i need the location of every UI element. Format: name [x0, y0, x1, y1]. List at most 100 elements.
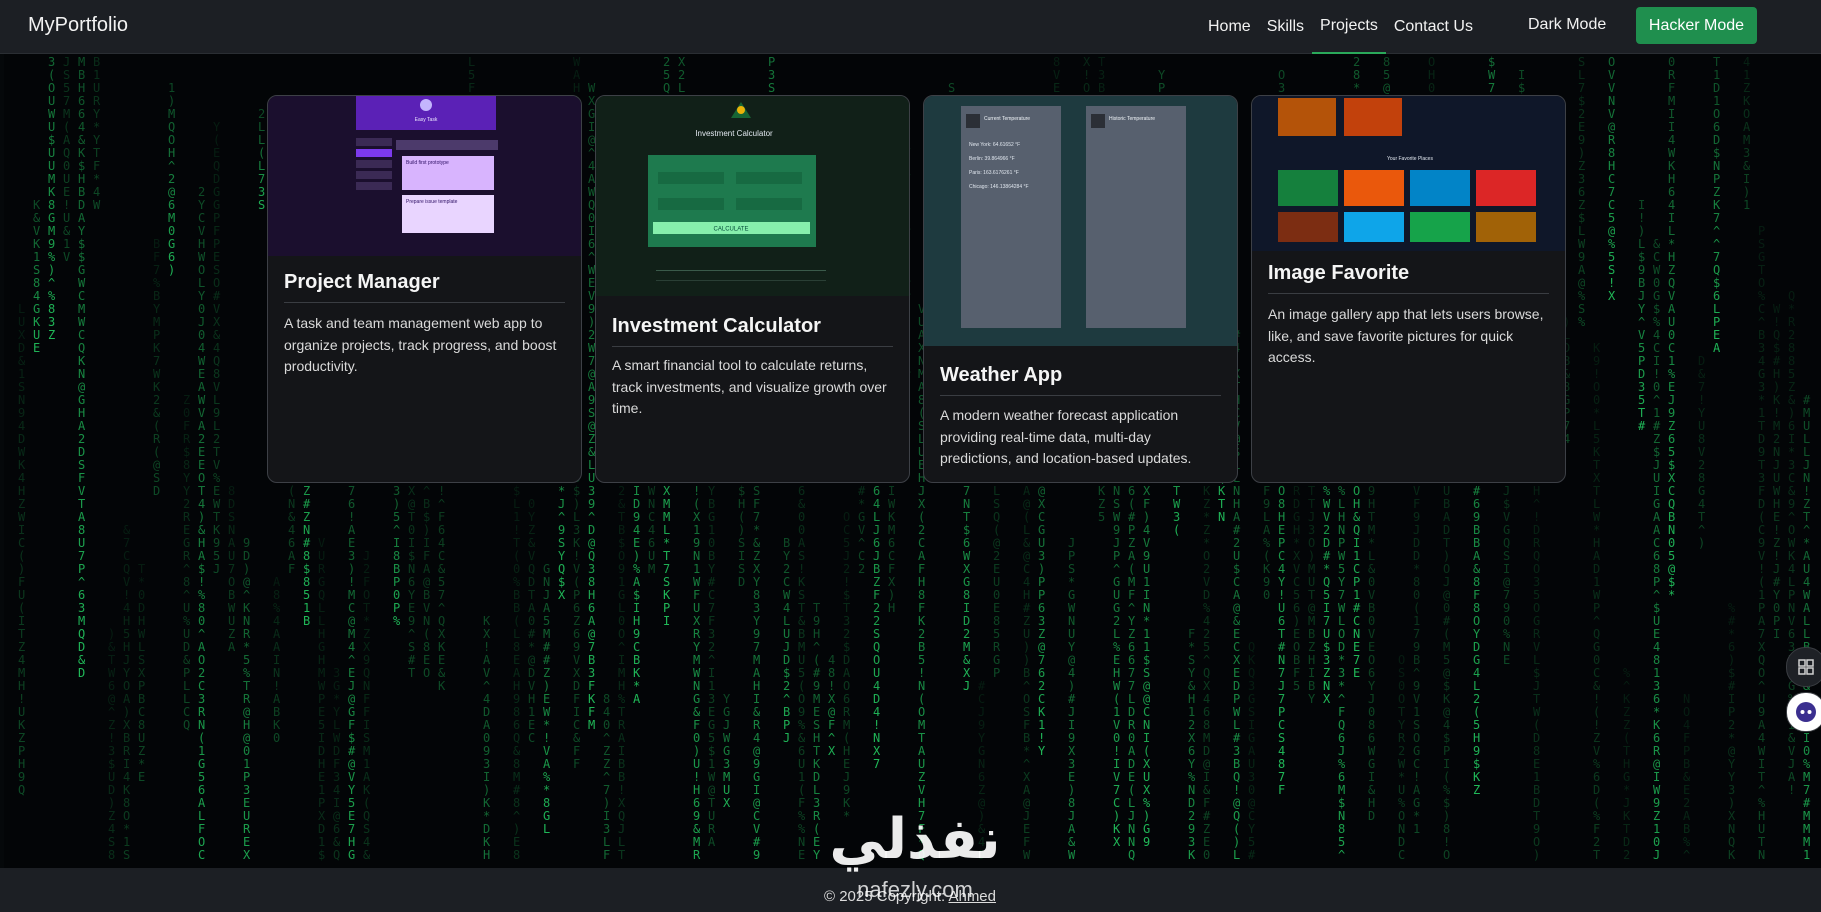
project-card-project-manager[interactable]: Easy Task Build first prototype Prepare …: [267, 95, 582, 483]
svg-text:W: W: [198, 250, 206, 264]
svg-text:U: U: [993, 575, 1000, 589]
grid-icon[interactable]: [1786, 647, 1821, 687]
svg-text:V: V: [1608, 81, 1615, 95]
svg-text:0: 0: [198, 614, 205, 628]
svg-text:M: M: [1308, 562, 1315, 576]
svg-text:D: D: [108, 783, 115, 797]
svg-text:7: 7: [753, 640, 760, 654]
svg-text:S: S: [153, 471, 160, 485]
svg-text:V: V: [1113, 770, 1120, 784]
svg-text:): ): [573, 497, 580, 511]
svg-text:F: F: [1143, 497, 1150, 511]
svg-text:I: I: [633, 484, 640, 498]
dark-mode-toggle[interactable]: Dark Mode: [1528, 16, 1606, 34]
svg-text:$: $: [1668, 458, 1675, 472]
brand-logo[interactable]: MyPortfolio: [28, 14, 128, 37]
svg-text:L: L: [1638, 237, 1645, 251]
svg-text:K: K: [1203, 484, 1211, 498]
svg-text:4: 4: [1668, 198, 1675, 212]
project-card-investment-calculator[interactable]: Investment Calculator CALCULATE Investme…: [595, 95, 910, 483]
svg-text:!: !: [1773, 549, 1780, 563]
svg-text:T: T: [1398, 705, 1405, 719]
nav-home[interactable]: Home: [1200, 0, 1259, 54]
svg-text:O: O: [1758, 276, 1765, 290]
svg-text:0: 0: [1503, 614, 1510, 628]
svg-text:Q: Q: [1233, 809, 1240, 823]
svg-text:4: 4: [1068, 666, 1075, 680]
nav-skills[interactable]: Skills: [1259, 0, 1312, 54]
svg-text:%: %: [1338, 484, 1346, 498]
card-title: Investment Calculator: [612, 315, 893, 347]
svg-text:X: X: [888, 575, 896, 589]
svg-text:F: F: [438, 510, 445, 524]
svg-text:): ): [393, 497, 400, 511]
svg-text:X: X: [1188, 731, 1196, 745]
svg-text:8: 8: [393, 549, 400, 563]
svg-text:Y: Y: [1338, 575, 1346, 589]
svg-text:W: W: [1398, 757, 1406, 771]
project-card-image-favorite[interactable]: Your Favorite Places Image Favorite An i…: [1251, 95, 1566, 483]
svg-text:W: W: [1338, 549, 1346, 563]
svg-text:O: O: [1473, 614, 1480, 628]
svg-text:M: M: [168, 107, 175, 121]
svg-text:^: ^: [78, 575, 85, 589]
svg-text:@: @: [348, 614, 355, 628]
svg-text:U: U: [48, 120, 55, 134]
svg-text:I: I: [618, 744, 625, 758]
svg-text:Q: Q: [438, 614, 445, 628]
nav-projects[interactable]: Projects: [1312, 0, 1386, 54]
svg-text:P: P: [153, 328, 160, 342]
svg-text:L: L: [333, 718, 340, 732]
svg-text:T: T: [798, 601, 805, 615]
svg-text:E: E: [1113, 653, 1120, 667]
svg-text:W: W: [1368, 744, 1376, 758]
svg-text:D: D: [1758, 432, 1765, 446]
svg-text:(: (: [1113, 692, 1120, 706]
chat-bot-icon[interactable]: [1786, 692, 1821, 732]
svg-text:X: X: [438, 627, 446, 641]
svg-text:J: J: [1653, 848, 1660, 862]
svg-text:Y: Y: [1158, 68, 1166, 82]
svg-text:A: A: [618, 731, 626, 745]
svg-text:7: 7: [1503, 588, 1510, 602]
svg-text:O: O: [198, 263, 205, 277]
project-card-weather-app[interactable]: Current Temperature New York: 64.61652 °…: [923, 95, 1238, 483]
svg-text:Z: Z: [18, 731, 25, 745]
svg-text:W: W: [1113, 679, 1121, 693]
svg-text:P: P: [1278, 536, 1285, 550]
svg-text:G: G: [1038, 523, 1045, 537]
svg-text:S: S: [408, 640, 415, 654]
svg-text:I: I: [708, 666, 715, 680]
svg-text:P: P: [1653, 575, 1660, 589]
svg-text:4: 4: [1203, 692, 1210, 706]
svg-text:*: *: [123, 822, 130, 836]
svg-text:$: $: [303, 562, 310, 576]
svg-text:X: X: [573, 666, 581, 680]
svg-text:A: A: [1653, 510, 1661, 524]
svg-text:R: R: [693, 848, 701, 862]
svg-text:&: &: [183, 653, 191, 667]
svg-text:$: $: [1578, 211, 1585, 225]
svg-text:^: ^: [618, 640, 625, 654]
svg-text:K: K: [1653, 718, 1661, 732]
svg-text:H: H: [843, 744, 850, 758]
svg-text:U: U: [1668, 315, 1675, 329]
svg-text:2: 2: [663, 55, 670, 69]
svg-text:E: E: [1368, 640, 1375, 654]
svg-text:5: 5: [1533, 588, 1540, 602]
nav-contact-us[interactable]: Contact Us: [1386, 0, 1481, 54]
svg-text:W: W: [1233, 705, 1241, 719]
svg-text:D: D: [1713, 81, 1720, 95]
svg-text:M: M: [1803, 822, 1810, 836]
svg-text:K: K: [243, 601, 251, 615]
svg-text:R: R: [1788, 315, 1796, 329]
svg-text:P: P: [393, 575, 400, 589]
svg-text:#: #: [1803, 796, 1811, 810]
svg-text:T: T: [1308, 497, 1315, 511]
svg-text:F: F: [603, 848, 610, 862]
svg-text:&: &: [1068, 835, 1076, 849]
hacker-mode-button[interactable]: Hacker Mode: [1636, 7, 1757, 44]
svg-text:Z: Z: [1668, 419, 1675, 433]
svg-text:E: E: [213, 146, 220, 160]
svg-text:0: 0: [528, 497, 535, 511]
